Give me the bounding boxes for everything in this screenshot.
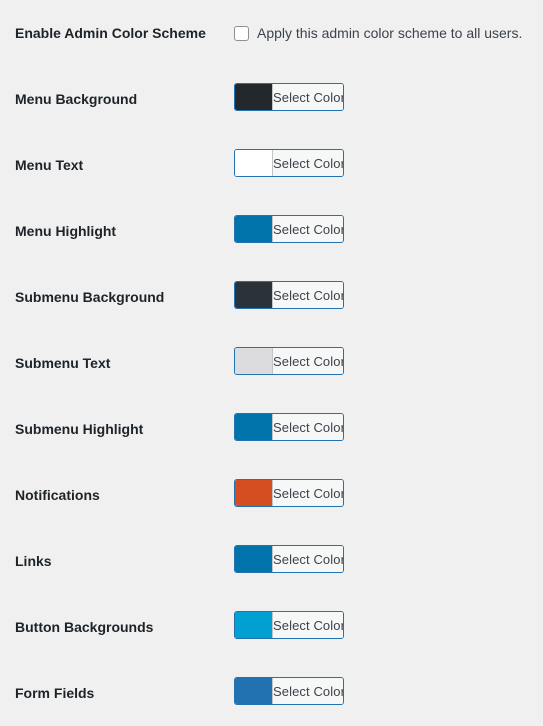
- color-picker-menu-background[interactable]: Select Color: [234, 83, 344, 111]
- table-row-menu-text: Menu Text Select Color: [0, 132, 543, 198]
- color-swatch-menu-text[interactable]: [235, 150, 273, 176]
- row-control-menu-highlight: Select Color: [234, 198, 543, 264]
- color-swatch-menu-background[interactable]: [235, 84, 273, 110]
- table-row-submenu-text: Submenu Text Select Color: [0, 330, 543, 396]
- row-control-submenu-background: Select Color: [234, 264, 543, 330]
- color-picker-button-backgrounds[interactable]: Select Color: [234, 611, 344, 639]
- row-control-form-fields: Select Color: [234, 660, 543, 726]
- table-row-menu-background: Menu Background Select Color: [0, 66, 543, 132]
- row-label-links: Links: [15, 552, 52, 569]
- table-row-enable-admin-color-scheme: Enable Admin Color Scheme Apply this adm…: [0, 0, 543, 66]
- color-swatch-menu-highlight[interactable]: [235, 216, 273, 242]
- row-control-submenu-highlight: Select Color: [234, 396, 543, 462]
- select-color-button-menu-highlight[interactable]: Select Color: [273, 216, 343, 242]
- table-row-submenu-highlight: Submenu Highlight Select Color: [0, 396, 543, 462]
- color-picker-menu-highlight[interactable]: Select Color: [234, 215, 344, 243]
- color-swatch-form-fields[interactable]: [235, 678, 273, 704]
- color-picker-submenu-background[interactable]: Select Color: [234, 281, 344, 309]
- table-row-links: Links Select Color: [0, 528, 543, 594]
- color-swatch-submenu-highlight[interactable]: [235, 414, 273, 440]
- row-label-form-fields: Form Fields: [15, 684, 95, 701]
- color-swatch-submenu-text[interactable]: [235, 348, 273, 374]
- color-picker-form-fields[interactable]: Select Color: [234, 677, 344, 705]
- row-label-menu-highlight: Menu Highlight: [15, 222, 117, 239]
- row-label-notifications: Notifications: [15, 486, 100, 503]
- select-color-button-button-backgrounds[interactable]: Select Color: [273, 612, 343, 638]
- table-row-submenu-background: Submenu Background Select Color: [0, 264, 543, 330]
- color-picker-submenu-highlight[interactable]: Select Color: [234, 413, 344, 441]
- table-row-notifications: Notifications Select Color: [0, 462, 543, 528]
- color-swatch-button-backgrounds[interactable]: [235, 612, 273, 638]
- row-label-submenu-highlight: Submenu Highlight: [15, 420, 144, 437]
- row-label-enable-admin-color-scheme: Enable Admin Color Scheme: [15, 24, 206, 41]
- apply-to-all-users-checkbox[interactable]: [234, 25, 249, 41]
- admin-color-scheme-form: Enable Admin Color Scheme Apply this adm…: [0, 0, 543, 726]
- row-label-submenu-background: Submenu Background: [15, 288, 165, 305]
- select-color-button-submenu-background[interactable]: Select Color: [273, 282, 343, 308]
- select-color-button-menu-background[interactable]: Select Color: [273, 84, 343, 110]
- row-control-submenu-text: Select Color: [234, 330, 543, 396]
- table-row-form-fields: Form Fields Select Color: [0, 660, 543, 726]
- row-label-menu-text: Menu Text: [15, 156, 84, 173]
- color-swatch-notifications[interactable]: [235, 480, 273, 506]
- select-color-button-menu-text[interactable]: Select Color: [273, 150, 343, 176]
- apply-to-all-users-checkbox-wrap[interactable]: Apply this admin color scheme to all use…: [234, 25, 543, 41]
- row-label-menu-background: Menu Background: [15, 90, 138, 107]
- table-row-menu-highlight: Menu Highlight Select Color: [0, 198, 543, 264]
- select-color-button-links[interactable]: Select Color: [273, 546, 343, 572]
- table-row-button-backgrounds: Button Backgrounds Select Color: [0, 594, 543, 660]
- color-picker-menu-text[interactable]: Select Color: [234, 149, 344, 177]
- color-swatch-links[interactable]: [235, 546, 273, 572]
- row-control-links: Select Color: [234, 528, 543, 594]
- select-color-button-submenu-text[interactable]: Select Color: [273, 348, 343, 374]
- row-control-menu-text: Select Color: [234, 132, 543, 198]
- row-control-menu-background: Select Color: [234, 66, 543, 132]
- row-control-enable-admin-color-scheme: Apply this admin color scheme to all use…: [234, 0, 543, 66]
- color-picker-links[interactable]: Select Color: [234, 545, 344, 573]
- select-color-button-notifications[interactable]: Select Color: [273, 480, 343, 506]
- color-picker-submenu-text[interactable]: Select Color: [234, 347, 344, 375]
- form-table-body: Enable Admin Color Scheme Apply this adm…: [0, 0, 543, 726]
- select-color-button-submenu-highlight[interactable]: Select Color: [273, 414, 343, 440]
- color-swatch-submenu-background[interactable]: [235, 282, 273, 308]
- apply-to-all-users-label: Apply this admin color scheme to all use…: [257, 25, 523, 41]
- color-picker-notifications[interactable]: Select Color: [234, 479, 344, 507]
- row-label-submenu-text: Submenu Text: [15, 354, 111, 371]
- row-control-notifications: Select Color: [234, 462, 543, 528]
- row-control-button-backgrounds: Select Color: [234, 594, 543, 660]
- row-label-button-backgrounds: Button Backgrounds: [15, 618, 154, 635]
- select-color-button-form-fields[interactable]: Select Color: [273, 678, 343, 704]
